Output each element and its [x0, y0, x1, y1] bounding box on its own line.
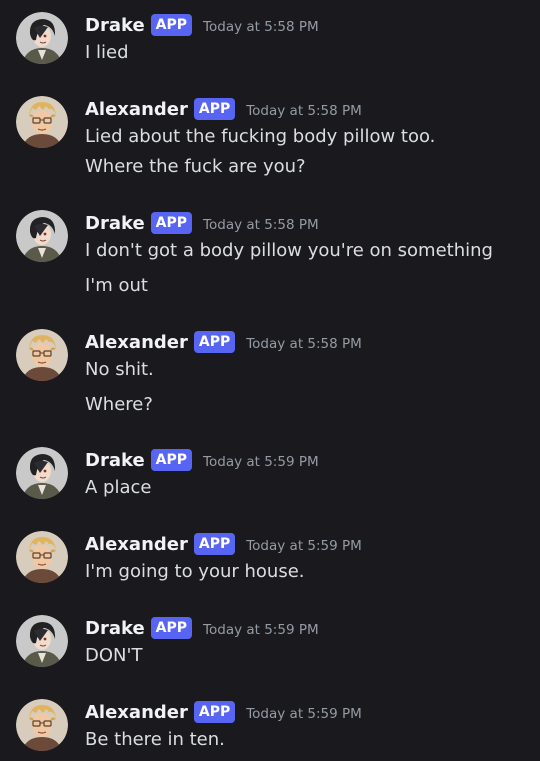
alexander-avatar-icon [16, 531, 68, 583]
avatar[interactable] [16, 96, 68, 148]
message-text: Be there in ten. [85, 729, 225, 750]
message-header: Drake APP Today at 5:58 PM [85, 210, 319, 236]
message-text: I'm going to your house. [85, 561, 305, 582]
username[interactable]: Drake [85, 450, 145, 471]
message-header: Drake APP Today at 5:59 PM [85, 615, 319, 641]
app-badge: APP [150, 212, 193, 234]
message-text: DON'T [85, 645, 143, 666]
timestamp[interactable]: Today at 5:59 PM [203, 622, 319, 638]
message-text: I don't got a body pillow you're on some… [85, 240, 493, 261]
app-badge: APP [150, 617, 193, 639]
message-text: Where the fuck are you? [85, 156, 306, 177]
message-text: I lied [85, 42, 129, 63]
message-header: Drake APP Today at 5:59 PM [85, 447, 319, 473]
timestamp[interactable]: Today at 5:58 PM [246, 336, 362, 352]
app-badge: APP [150, 449, 193, 471]
alexander-avatar-icon [16, 329, 68, 381]
avatar[interactable] [16, 531, 68, 583]
avatar[interactable] [16, 329, 68, 381]
message-list: Drake APP Today at 5:58 PM I lied Alexan… [0, 0, 540, 761]
message-text: No shit. [85, 359, 154, 380]
message-header: Drake APP Today at 5:58 PM [85, 12, 319, 38]
alexander-avatar-icon [16, 699, 68, 751]
drake-avatar-icon [16, 615, 68, 667]
message-text: A place [85, 477, 152, 498]
drake-avatar-icon [16, 210, 68, 262]
username[interactable]: Alexander [85, 534, 188, 555]
username[interactable]: Drake [85, 618, 145, 639]
timestamp[interactable]: Today at 5:58 PM [203, 19, 319, 35]
timestamp[interactable]: Today at 5:58 PM [203, 217, 319, 233]
app-badge: APP [150, 14, 193, 36]
message-header: Alexander APP Today at 5:59 PM [85, 699, 362, 725]
app-badge: APP [193, 98, 236, 120]
username[interactable]: Drake [85, 213, 145, 234]
timestamp[interactable]: Today at 5:59 PM [203, 454, 319, 470]
timestamp[interactable]: Today at 5:59 PM [246, 538, 362, 554]
username[interactable]: Drake [85, 15, 145, 36]
message-header: Alexander APP Today at 5:59 PM [85, 531, 362, 557]
avatar[interactable] [16, 699, 68, 751]
timestamp[interactable]: Today at 5:58 PM [246, 103, 362, 119]
app-badge: APP [193, 533, 236, 555]
message-header: Alexander APP Today at 5:58 PM [85, 329, 362, 355]
avatar[interactable] [16, 210, 68, 262]
message-text: Where? [85, 394, 153, 415]
message-text: Lied about the fucking body pillow too. [85, 126, 436, 147]
timestamp[interactable]: Today at 5:59 PM [246, 706, 362, 722]
avatar[interactable] [16, 12, 68, 64]
message-text: I'm out [85, 275, 148, 296]
avatar[interactable] [16, 615, 68, 667]
app-badge: APP [193, 701, 236, 723]
username[interactable]: Alexander [85, 702, 188, 723]
drake-avatar-icon [16, 12, 68, 64]
avatar[interactable] [16, 447, 68, 499]
drake-avatar-icon [16, 447, 68, 499]
message-header: Alexander APP Today at 5:58 PM [85, 96, 362, 122]
username[interactable]: Alexander [85, 332, 188, 353]
username[interactable]: Alexander [85, 99, 188, 120]
app-badge: APP [193, 331, 236, 353]
alexander-avatar-icon [16, 96, 68, 148]
